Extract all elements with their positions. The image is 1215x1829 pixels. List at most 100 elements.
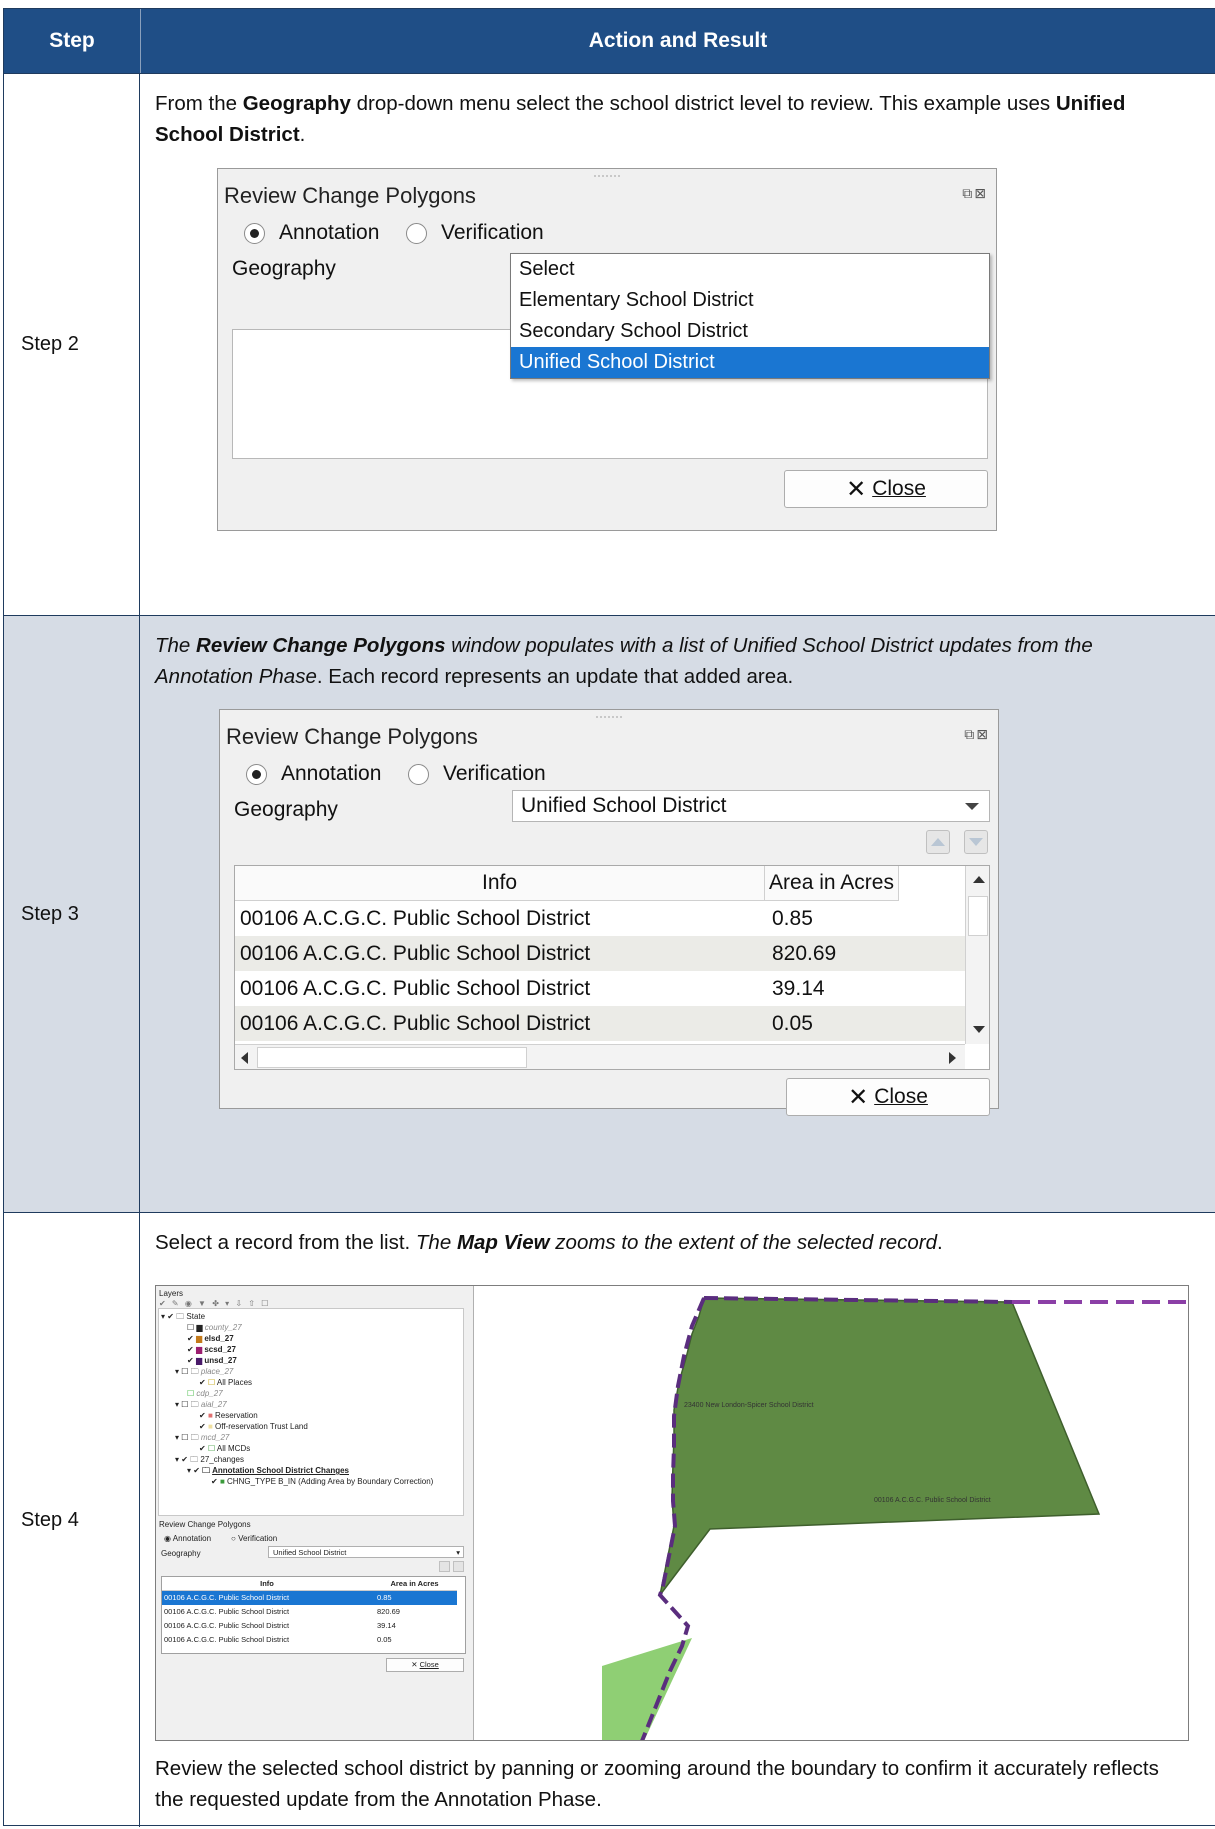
layer-item[interactable]: ▾ ☐ 🗀 aial_27 — [175, 1399, 227, 1410]
panel-title: Review Change Polygons — [159, 1520, 251, 1529]
close-button[interactable]: ✕ Close — [784, 470, 988, 508]
vertical-scrollbar[interactable] — [965, 866, 989, 1044]
column-header-area[interactable]: Area in Acres — [372, 1577, 457, 1591]
move-down-button[interactable] — [964, 830, 988, 854]
records-table: Info Area in Acres 00106 A.C.G.C. Public… — [234, 865, 990, 1070]
close-x-icon: ✕ — [848, 1083, 869, 1111]
table-row[interactable]: 00106 A.C.G.C. Public School District 0.… — [235, 901, 965, 936]
annotation-radio[interactable]: Annotation — [244, 221, 379, 245]
layer-item[interactable]: ▾ ☐ 🗀 mcd_27 — [175, 1432, 229, 1443]
map-label: 00106 A.C.G.C. Public School District — [874, 1497, 991, 1504]
layer-item[interactable]: ✔ ▆ elsd_27 — [187, 1333, 234, 1344]
move-down-button[interactable] — [453, 1561, 464, 1572]
records-table: Info Area in Acres 00106 A.C.G.C. Public… — [161, 1576, 466, 1654]
float-close-icons[interactable]: ⧉⊠ — [964, 726, 990, 743]
verification-radio[interactable]: ○ Verification — [231, 1533, 277, 1544]
move-up-button[interactable] — [439, 1561, 450, 1572]
column-header-info[interactable]: Info — [235, 866, 765, 901]
layer-item[interactable]: ✔ ■ CHNG_TYPE B_IN (Adding Area by Bound… — [211, 1476, 433, 1487]
scroll-down-icon[interactable] — [973, 1026, 985, 1033]
layer-item[interactable]: ✔ ■ Off-reservation Trust Land — [199, 1421, 308, 1432]
geography-dropdown-list[interactable]: Select Elementary School District Second… — [510, 253, 990, 379]
dropdown-option[interactable]: Select — [511, 254, 989, 285]
table-row[interactable]: 00106 A.C.G.C. Public School District 0.0… — [162, 1633, 457, 1647]
step-label: Step 3 — [4, 616, 140, 1212]
table-row[interactable]: 00106 A.C.G.C. Public School District 39.… — [162, 1619, 457, 1633]
layer-item[interactable]: ✔ ■ Reservation — [199, 1410, 258, 1421]
step-4-instruction: Select a record from the list. The Map V… — [155, 1231, 943, 1254]
layer-item[interactable]: ✔ ▆ scsd_27 — [187, 1344, 236, 1355]
move-up-button[interactable] — [926, 830, 950, 854]
chevron-down-icon — [965, 803, 979, 810]
annotation-radio[interactable]: ◉ Annotation — [164, 1533, 211, 1544]
district-polygon[interactable] — [659, 1297, 1101, 1596]
layer-item[interactable]: ▾ ☐ 🗀 place_27 — [175, 1366, 233, 1377]
layers-panel: Layers ✔ ✎ ◉ ▼ ✤ ▾ ⇩ ⇧ ☐ ▾ ✔ 🗀 State ☐ ▆… — [156, 1286, 474, 1740]
table-row-step-4: Step 4 Select a record from the list. Th… — [4, 1212, 1215, 1827]
annotation-radio[interactable]: Annotation — [246, 762, 381, 786]
scrollbar-thumb[interactable] — [968, 896, 988, 936]
dropdown-option[interactable]: Elementary School District — [511, 285, 989, 316]
table-row-step-2: Step 2 From the Geography drop-down menu… — [4, 73, 1215, 615]
table-row-selected[interactable]: 00106 A.C.G.C. Public School District 0.8… — [162, 1591, 457, 1605]
layer-item[interactable]: ✔ ☐ All Places — [199, 1377, 252, 1388]
header-action: Action and Result — [588, 29, 768, 52]
verification-radio[interactable]: Verification — [408, 762, 546, 786]
review-change-polygons-dialog: Review Change Polygons ⧉⊠ Annotation Ver… — [219, 709, 999, 1116]
header-step: Step — [4, 9, 141, 73]
geography-label: Geography — [232, 257, 336, 280]
layer-item[interactable]: ☐ ▆ county_27 — [187, 1322, 242, 1333]
table-row[interactable]: 00106 A.C.G.C. Public School District 0.… — [235, 1006, 965, 1041]
dropdown-option-selected[interactable]: Unified School District — [511, 347, 989, 378]
drag-grip[interactable] — [594, 175, 620, 177]
radio-unchecked-icon — [406, 222, 427, 244]
radio-unchecked-icon — [408, 763, 429, 785]
float-close-icons[interactable]: ⧉⊠ — [962, 185, 988, 202]
step-label: Step 4 — [4, 1213, 140, 1827]
geography-label: Geography — [161, 1549, 201, 1558]
chevron-down-icon: ▾ — [456, 1548, 460, 1557]
dropdown-option[interactable]: Secondary School District — [511, 316, 989, 347]
map-view[interactable]: 23400 New London-Spicer School District … — [474, 1286, 1188, 1740]
close-x-icon: ✕ — [411, 1660, 418, 1669]
dialog-title: Review Change Polygons — [224, 183, 476, 208]
close-button[interactable]: ✕ Close — [386, 1658, 464, 1672]
step-4-followup: Review the selected school district by p… — [155, 1757, 1159, 1811]
close-x-icon: ✕ — [846, 475, 867, 503]
review-change-polygons-dialog: Review Change Polygons ⧉⊠ Annotation Ver… — [217, 168, 997, 531]
scrollbar-thumb[interactable] — [257, 1047, 527, 1068]
table-row[interactable]: 00106 A.C.G.C. Public School District 820… — [162, 1605, 457, 1619]
column-header-info[interactable]: Info — [162, 1577, 372, 1591]
scroll-up-icon[interactable] — [973, 876, 985, 883]
scroll-left-icon[interactable] — [241, 1052, 248, 1064]
step-label: Step 2 — [4, 74, 140, 615]
geography-label: Geography — [234, 798, 338, 821]
map-canvas[interactable]: 23400 New London-Spicer School District … — [474, 1286, 1189, 1741]
procedure-table: Step Action and Result Step 2 From the G… — [3, 8, 1215, 1827]
step-3-instruction: The Review Change Polygons window popula… — [155, 634, 1093, 688]
layers-tree[interactable]: ▾ ✔ 🗀 State ☐ ▆ county_27 ✔ ▆ elsd_27 ✔ … — [158, 1308, 464, 1516]
close-button[interactable]: ✕ Close — [786, 1078, 990, 1116]
step-2-instruction: From the Geography drop-down menu select… — [155, 92, 1126, 146]
layer-item[interactable]: ✔ ▆ unsd_27 — [187, 1355, 237, 1366]
dialog-title: Review Change Polygons — [226, 724, 478, 749]
table-header: Step Action and Result — [4, 9, 1215, 73]
scroll-right-icon[interactable] — [949, 1052, 956, 1064]
horizontal-scrollbar[interactable] — [235, 1044, 965, 1069]
verification-radio[interactable]: Verification — [406, 221, 544, 245]
table-row[interactable]: 00106 A.C.G.C. Public School District 82… — [235, 936, 965, 971]
layer-item[interactable]: ▾ ✔ 🗀 Annotation School District Changes — [187, 1465, 349, 1476]
arrow-down-icon — [969, 838, 983, 846]
geography-combobox[interactable]: Unified School District ▾ — [268, 1546, 464, 1558]
layer-item[interactable]: ☐ cdp_27 — [187, 1388, 223, 1399]
geography-combobox[interactable]: Unified School District — [512, 790, 990, 822]
radio-checked-icon — [246, 763, 267, 785]
table-row[interactable]: 00106 A.C.G.C. Public School District 39… — [235, 971, 965, 1006]
layer-item[interactable]: ▾ ✔ 🗀 State — [161, 1311, 205, 1322]
radio-checked-icon — [244, 222, 265, 244]
layer-item[interactable]: ▾ ✔ 🗀 27_changes — [175, 1454, 244, 1465]
drag-grip[interactable] — [596, 716, 622, 718]
column-header-area[interactable]: Area in Acres — [765, 866, 899, 901]
arrow-up-icon — [931, 838, 945, 846]
layer-item[interactable]: ✔ ☐ All MCDs — [199, 1443, 250, 1454]
